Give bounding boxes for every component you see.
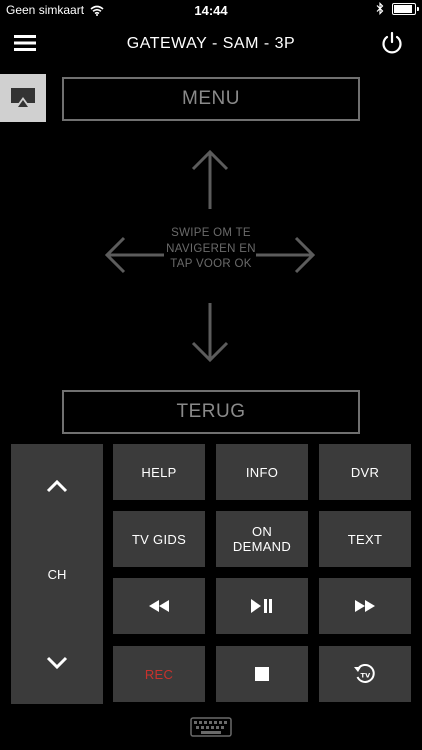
dvr-button[interactable]: DVR [319, 444, 411, 500]
chevron-down-icon [46, 656, 68, 669]
back-button[interactable]: TERUG [62, 390, 360, 434]
airplay-icon [11, 88, 35, 108]
record-label: REC [144, 666, 174, 682]
keyboard-icon [190, 717, 232, 737]
rewind-button[interactable] [113, 578, 205, 634]
replay-button[interactable]: TV [319, 646, 411, 702]
on-demand-button[interactable]: ON DEMAND [216, 511, 308, 567]
stop-button[interactable] [216, 646, 308, 702]
power-icon[interactable] [380, 31, 404, 55]
battery-icon [392, 2, 419, 15]
channel-label: CH [47, 567, 67, 582]
record-button[interactable]: REC [113, 646, 205, 702]
menu-button[interactable]: MENU [62, 77, 360, 121]
arrow-up-icon [191, 149, 229, 209]
status-right [376, 2, 419, 15]
airplay-button[interactable] [0, 74, 46, 122]
info-button[interactable]: INFO [216, 444, 308, 500]
arrow-right-icon [256, 236, 316, 274]
page-title: GATEWAY - SAM - 3P [126, 35, 296, 52]
status-bar: Geen simkaart 14:44 [0, 0, 422, 22]
keyboard-button[interactable] [188, 715, 234, 739]
tv-guide-button[interactable]: TV GIDS [113, 511, 205, 567]
arrow-down-icon [191, 303, 229, 363]
fast-forward-icon [355, 600, 375, 612]
text-button[interactable]: TEXT [319, 511, 411, 567]
chevron-up-icon [46, 479, 68, 492]
play-pause-button[interactable] [216, 578, 308, 634]
channel-down-button[interactable] [11, 620, 103, 704]
channel-panel: CH [11, 444, 103, 704]
battery-fill [394, 4, 413, 13]
channel-up-button[interactable] [11, 444, 103, 528]
play-pause-icon [251, 599, 272, 613]
arrow-left-icon [104, 236, 164, 274]
bluetooth-icon [376, 2, 384, 15]
svg-text:TV: TV [360, 672, 370, 680]
stop-icon [255, 667, 269, 681]
swipe-hint: SWIPE OM TE NAVIGEREN EN TAP VOOR OK [166, 227, 256, 270]
status-time: 14:44 [194, 3, 228, 18]
replay-tv-icon: TV [354, 664, 375, 683]
rewind-icon [149, 600, 169, 612]
fast-forward-button[interactable] [319, 578, 411, 634]
nav-bar: GATEWAY - SAM - 3P [0, 22, 422, 66]
help-button[interactable]: HELP [113, 444, 205, 500]
